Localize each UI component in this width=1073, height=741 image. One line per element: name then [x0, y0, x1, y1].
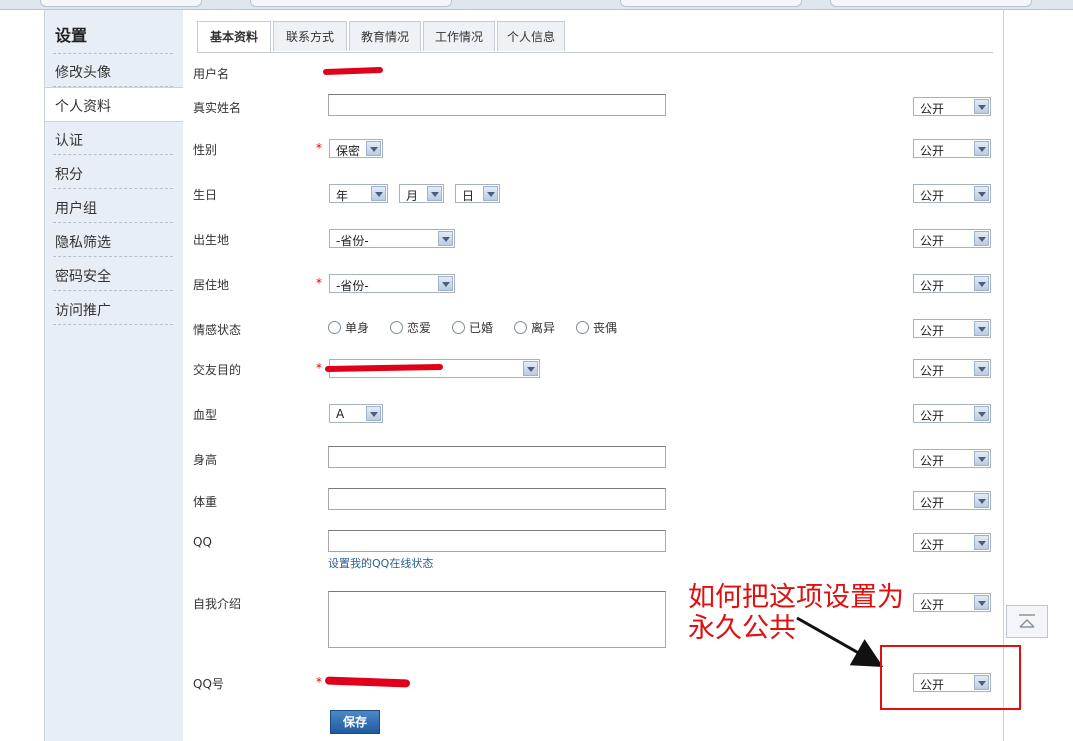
annotation-arrow-icon: [796, 616, 884, 667]
annotation-highlight-box: [880, 645, 1021, 710]
